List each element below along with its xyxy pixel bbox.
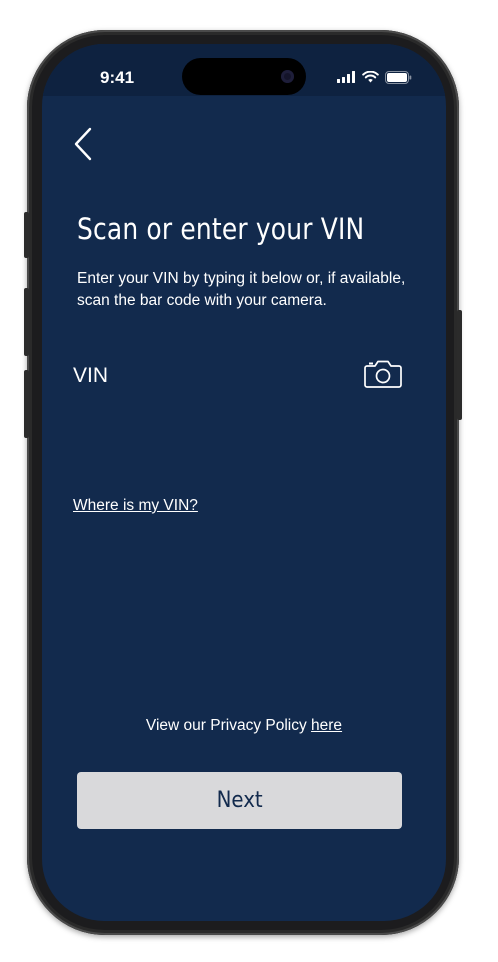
privacy-policy-link[interactable]: here xyxy=(311,717,342,734)
status-bar: 9:41 xyxy=(42,44,446,96)
chevron-left-icon xyxy=(74,127,92,161)
next-button-label: Next xyxy=(216,788,263,813)
where-is-my-vin-link[interactable]: Where is my VIN? xyxy=(73,497,198,515)
vin-input[interactable] xyxy=(73,364,333,388)
next-button[interactable]: Next xyxy=(77,772,402,829)
back-button[interactable] xyxy=(70,126,100,162)
status-time: 9:41 xyxy=(100,68,135,87)
cellular-signal-icon xyxy=(337,71,355,83)
page-title: Scan or enter your VIN xyxy=(77,212,365,246)
action-button xyxy=(24,212,29,258)
status-icons xyxy=(337,70,412,84)
volume-down-button xyxy=(24,370,29,438)
privacy-notice: View our Privacy Policy here xyxy=(42,717,446,735)
privacy-text: View our Privacy Policy xyxy=(145,717,312,734)
camera-icon xyxy=(364,360,402,388)
front-camera-icon xyxy=(281,70,294,83)
scan-camera-button[interactable] xyxy=(364,359,402,389)
dynamic-island xyxy=(182,58,306,95)
power-button xyxy=(457,310,462,420)
app-screen: 9:41 Scan or enter your VIN Enter your V… xyxy=(42,44,446,921)
page-description: Enter your VIN by typing it below or, if… xyxy=(77,270,406,309)
wifi-icon xyxy=(362,71,379,83)
battery-icon xyxy=(385,70,412,84)
volume-up-button xyxy=(24,288,29,356)
